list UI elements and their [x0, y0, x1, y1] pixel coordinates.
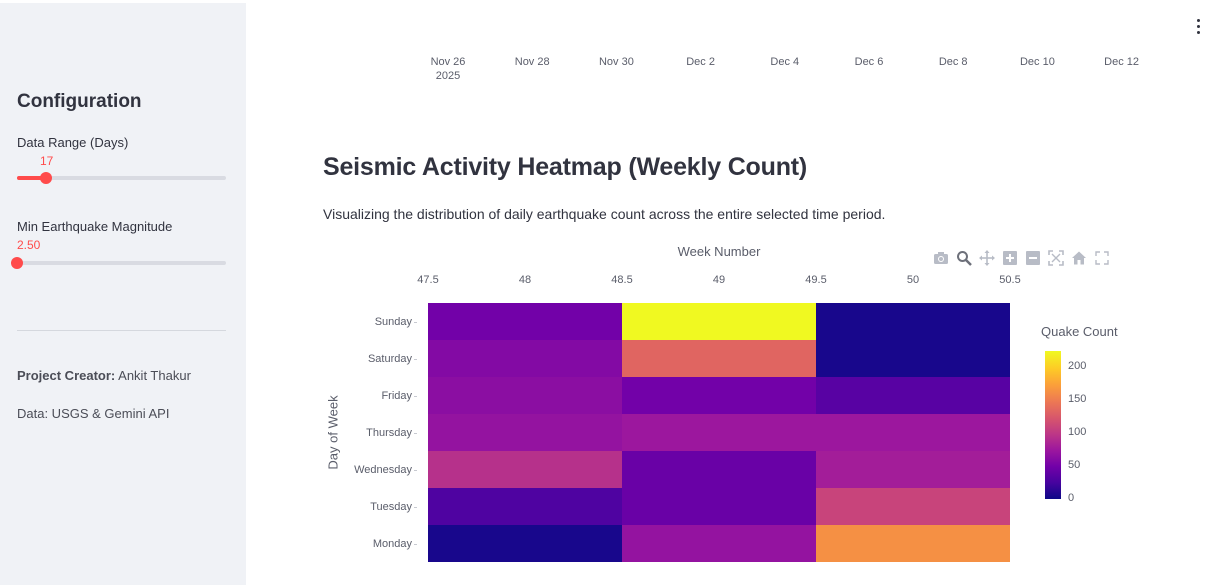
timeline-tick: Dec 2 [686, 56, 715, 68]
x-tick-label: 48 [518, 274, 532, 286]
heatmap-cell[interactable] [816, 451, 1010, 488]
sidebar-divider [17, 330, 226, 331]
colorbar-tick: 50 [1068, 459, 1081, 472]
data-source: Data: USGS & Gemini API [17, 406, 170, 421]
magnitude-value: 2.50 [17, 238, 41, 252]
heatmap-cell[interactable] [428, 340, 622, 377]
reset-axes-icon[interactable] [1071, 250, 1087, 266]
y-tick-label: Tuesday [370, 500, 412, 513]
heatmap-cell[interactable] [816, 303, 1010, 340]
timeline-tick: Dec 8 [938, 56, 968, 68]
main-menu-icon[interactable] [1190, 16, 1206, 36]
heatmap-cell[interactable] [428, 414, 622, 451]
data-range-value: 17 [40, 154, 54, 168]
heatmap-cell[interactable] [816, 488, 1010, 525]
heatmap-cell[interactable] [622, 525, 816, 562]
y-tick-mark [414, 470, 417, 471]
heatmap-cell[interactable] [622, 303, 816, 340]
heatmap-cell[interactable] [428, 488, 622, 525]
page-description: Visualizing the distribution of daily ea… [323, 206, 886, 222]
y-tick-mark [414, 322, 417, 323]
y-tick-label: Sunday [374, 315, 412, 328]
timeline-tick: Nov 26 2025 [418, 55, 478, 83]
sidebar: Configuration Data Range (Days) 17 Min E… [0, 0, 246, 585]
pan-icon[interactable] [979, 250, 995, 266]
y-tick-mark [414, 507, 417, 508]
y-tick-label: Wednesday [354, 463, 412, 476]
y-tick-mark [414, 359, 417, 360]
y-tick-mark [414, 544, 417, 545]
x-axis-title: Week Number [677, 244, 761, 259]
plot-toolbar [933, 250, 1110, 268]
colorbar [1045, 351, 1061, 499]
colorbar-tick: 0 [1068, 492, 1075, 504]
timeline-tick: Nov 30 [598, 56, 634, 68]
heatmap-cell[interactable] [622, 414, 816, 451]
heatmap-cell[interactable] [622, 377, 816, 414]
heatmap-cell[interactable] [816, 377, 1010, 414]
heatmap-cell[interactable] [428, 303, 622, 340]
project-creator: Project Creator: Ankit Thakur [17, 368, 191, 383]
heatmap-cell[interactable] [622, 488, 816, 525]
data-range-slider-thumb[interactable] [40, 172, 52, 184]
zoom-out-icon[interactable] [1025, 250, 1041, 266]
camera-icon[interactable] [933, 250, 949, 266]
heatmap-cell[interactable] [622, 340, 816, 377]
colorbar-tick: 200 [1068, 360, 1087, 373]
zoom-icon[interactable] [956, 250, 972, 266]
x-tick-label: 48.5 [611, 274, 633, 286]
timeline-tick: Dec 10 [1019, 56, 1055, 68]
data-range-label: Data Range (Days) [17, 135, 129, 150]
heatmap-cell[interactable] [428, 451, 622, 488]
x-tick-label: 50.5 [999, 274, 1021, 286]
project-creator-label: Project Creator: [17, 368, 116, 383]
y-tick-mark [414, 396, 417, 397]
magnitude-label: Min Earthquake Magnitude [17, 219, 173, 234]
autoscale-icon[interactable] [1048, 250, 1064, 266]
y-tick-label: Friday [381, 389, 412, 402]
x-tick-label: 47.5 [417, 274, 439, 286]
page-title: Seismic Activity Heatmap (Weekly Count) [323, 153, 808, 181]
colorbar-tick: 100 [1068, 426, 1087, 439]
y-tick-mark [414, 433, 417, 434]
timeline-tick: Dec 4 [770, 56, 800, 68]
heatmap-cell[interactable] [428, 377, 622, 414]
y-tick-label: Monday [372, 537, 412, 550]
heatmap-cell[interactable] [816, 340, 1010, 377]
magnitude-slider[interactable] [11, 257, 226, 269]
x-tick-label: 49 [712, 274, 726, 286]
fullscreen-icon[interactable] [1094, 250, 1110, 266]
timeline-tick: Dec 6 [854, 56, 884, 68]
heatmap-cell[interactable] [816, 414, 1010, 451]
project-creator-name: Ankit Thakur [118, 368, 191, 383]
sidebar-title: Configuration [17, 91, 142, 112]
colorbar-tick: 150 [1068, 393, 1087, 406]
data-range-slider[interactable] [17, 172, 226, 184]
heatmap-cell[interactable] [622, 451, 816, 488]
zoom-in-icon[interactable] [1002, 250, 1018, 266]
timeline-tick: Nov 28 [514, 56, 550, 68]
x-tick-label: 49.5 [805, 274, 827, 286]
x-tick-label: 50 [906, 274, 920, 286]
y-axis-title: Day of Week [325, 395, 341, 470]
timeline-year: 2025 [435, 70, 461, 82]
y-tick-label: Thursday [366, 426, 412, 439]
timeline-tick: Dec 12 [1104, 56, 1140, 68]
colorbar-title: Quake Count [1041, 324, 1118, 339]
heatmap-cell[interactable] [816, 525, 1010, 562]
heatmap-cell[interactable] [428, 525, 622, 562]
magnitude-slider-thumb[interactable] [11, 257, 23, 269]
y-tick-label: Saturday [367, 352, 412, 365]
